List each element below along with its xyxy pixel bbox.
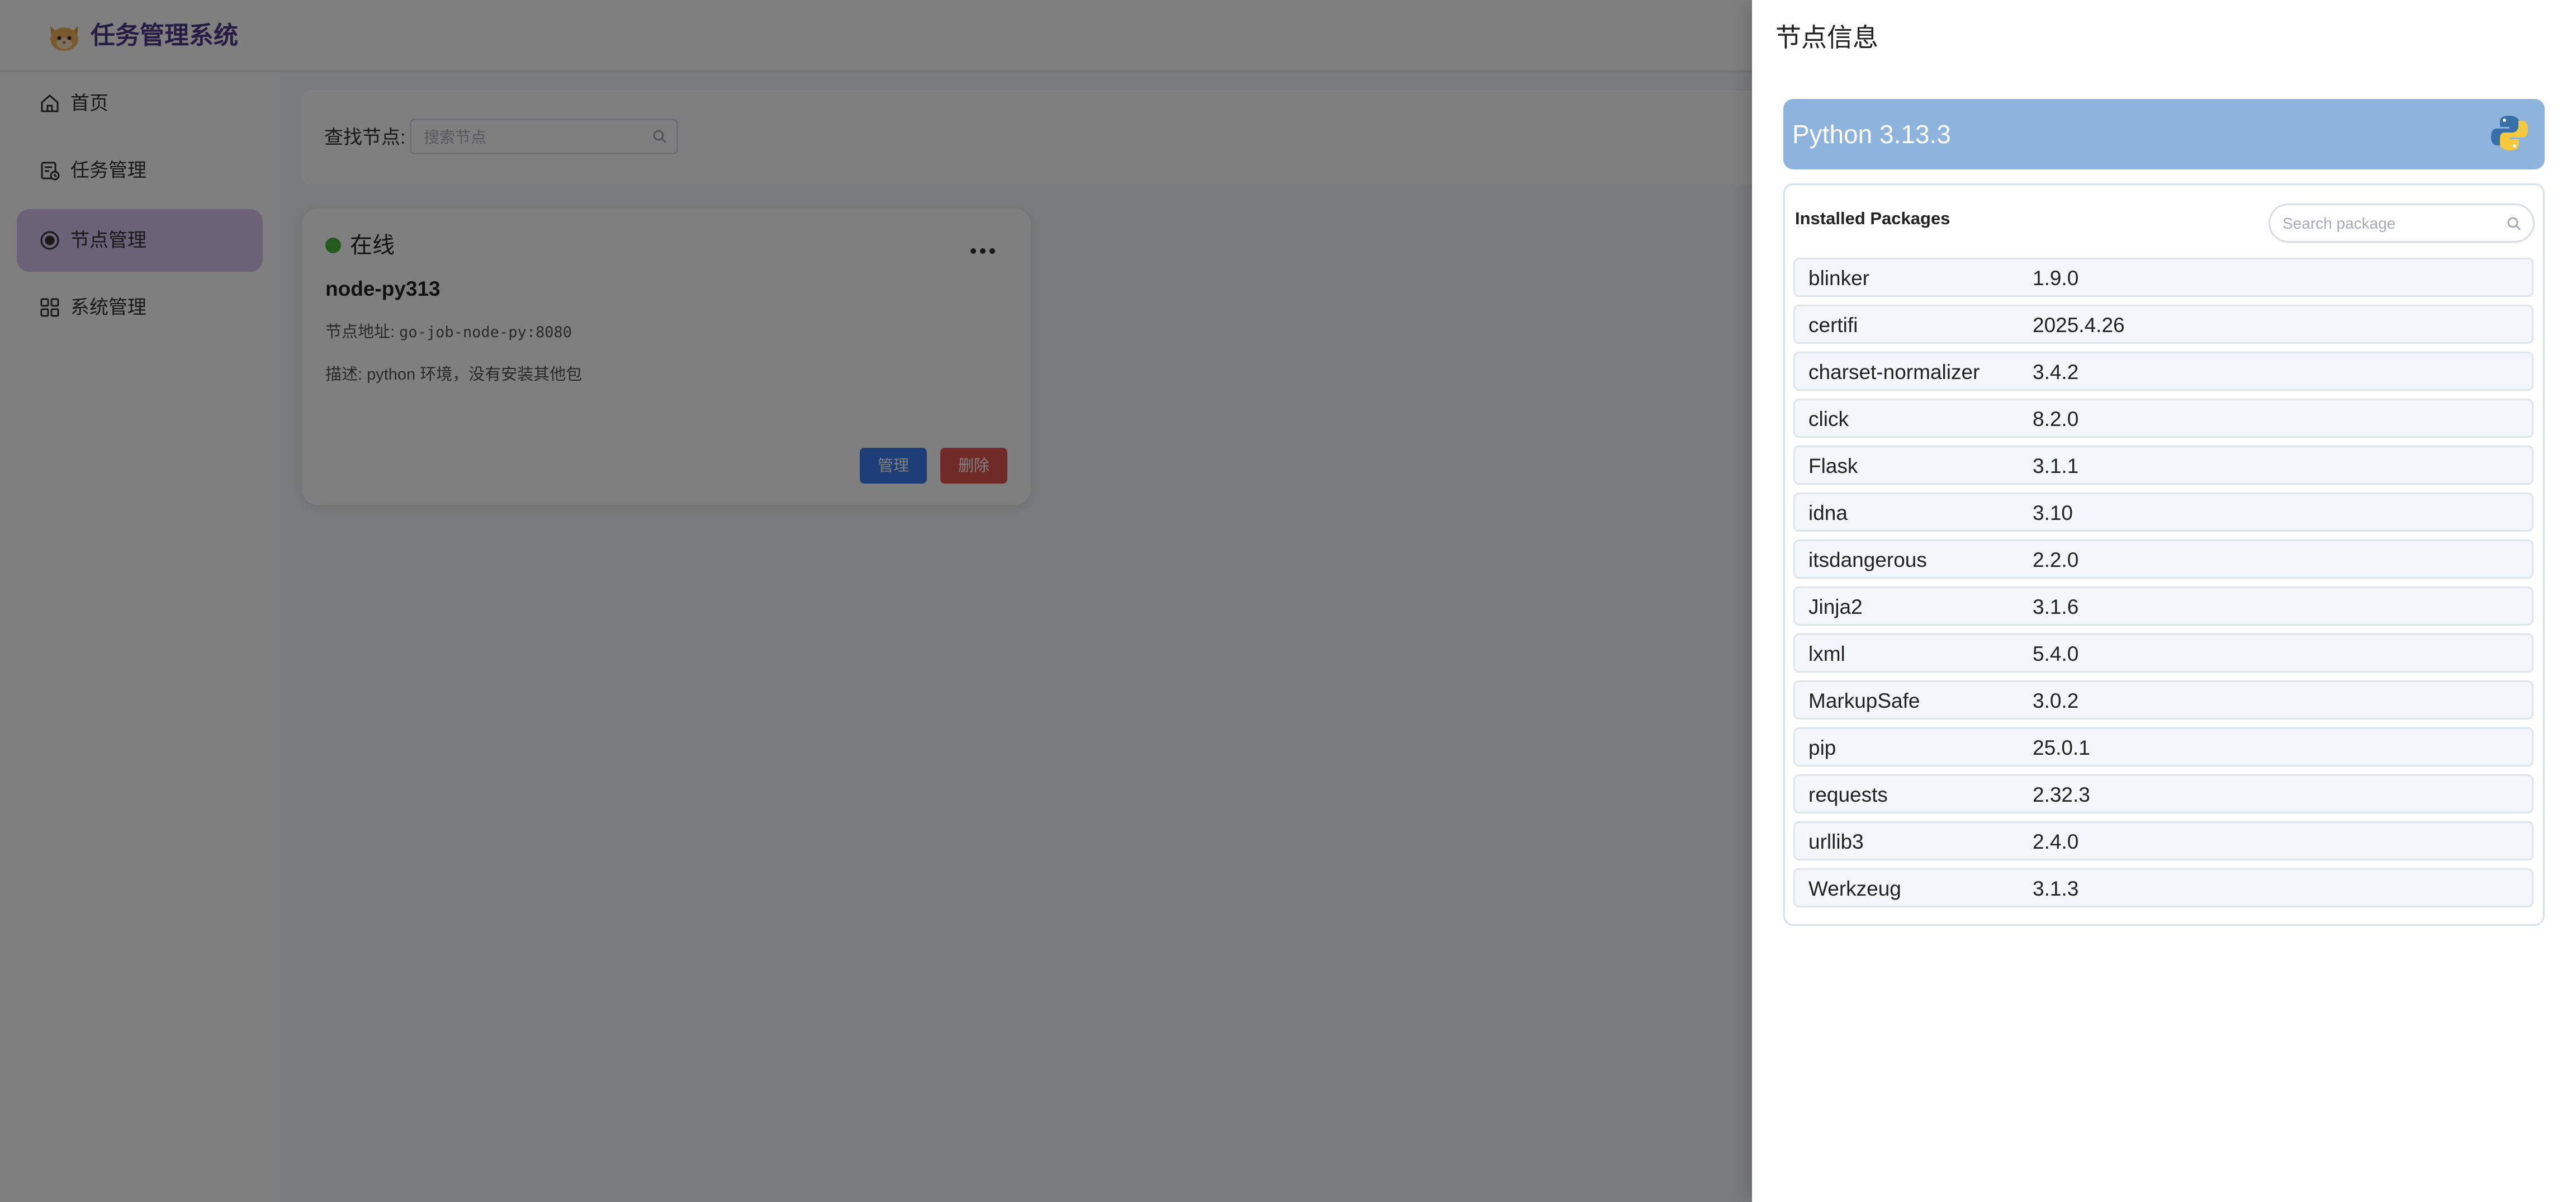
package-version: 2025.4.26 <box>2033 314 2125 337</box>
package-name: pip <box>1808 736 1836 759</box>
package-row: idna 3.10 <box>1793 493 2534 532</box>
package-name: Flask <box>1808 455 1858 477</box>
package-name: itsdangerous <box>1808 548 1927 571</box>
package-name: blinker <box>1808 267 1869 290</box>
package-row: Werkzeug 3.1.3 <box>1793 868 2534 907</box>
package-name: Werkzeug <box>1808 877 1901 900</box>
package-name: click <box>1808 408 1849 430</box>
python-version: Python 3.13.3 <box>1792 120 1951 149</box>
package-search-input[interactable]: Search package <box>2269 204 2535 243</box>
python-version-header: Python 3.13.3 <box>1783 99 2545 169</box>
package-row: Jinja2 3.1.6 <box>1793 586 2534 626</box>
package-row: charset-normalizer 3.4.2 <box>1793 352 2534 391</box>
package-version: 25.0.1 <box>2033 736 2090 759</box>
package-version: 2.32.3 <box>2033 783 2090 806</box>
packages-panel: Installed Packages Search package blinke… <box>1783 183 2545 926</box>
package-name: lxml <box>1808 642 1845 665</box>
package-version: 3.1.1 <box>2033 455 2079 477</box>
package-row: Flask 3.1.1 <box>1793 446 2534 485</box>
package-row: MarkupSafe 3.0.2 <box>1793 680 2534 720</box>
package-name: certifi <box>1808 314 1858 337</box>
package-row: urllib3 2.4.0 <box>1793 821 2534 860</box>
package-version: 2.2.0 <box>2033 548 2079 571</box>
package-row: certifi 2025.4.26 <box>1793 305 2534 344</box>
package-version: 1.9.0 <box>2033 267 2079 290</box>
package-row: pip 25.0.1 <box>1793 727 2534 766</box>
python-logo-icon <box>2491 116 2528 150</box>
package-version: 3.1.3 <box>2033 877 2079 900</box>
package-version: 3.4.2 <box>2033 361 2079 384</box>
package-row: blinker 1.9.0 <box>1793 258 2534 297</box>
package-name: charset-normalizer <box>1808 361 1980 384</box>
package-name: MarkupSafe <box>1808 689 1920 712</box>
package-name: requests <box>1808 783 1888 806</box>
package-version: 5.4.0 <box>2033 642 2079 665</box>
package-name: urllib3 <box>1808 830 1864 853</box>
app-root: 任务管理系统 首页 任务管理 节点管理 <box>0 0 2576 1202</box>
package-row: requests 2.32.3 <box>1793 774 2534 813</box>
drawer-title: 节点信息 <box>1775 23 1878 52</box>
package-name: Jinja2 <box>1808 595 1863 618</box>
package-row: itsdangerous 2.2.0 <box>1793 540 2534 579</box>
search-icon <box>2507 217 2521 231</box>
packages-heading: Installed Packages <box>1795 209 1950 228</box>
package-version: 8.2.0 <box>2033 408 2079 430</box>
package-name: idna <box>1808 501 1848 524</box>
package-row: lxml 5.4.0 <box>1793 633 2534 673</box>
package-search-placeholder: Search package <box>2283 215 2396 232</box>
package-version: 3.1.6 <box>2033 595 2079 618</box>
package-row: click 8.2.0 <box>1793 399 2534 438</box>
package-version: 3.0.2 <box>2033 689 2079 712</box>
node-info-drawer: 节点信息 Python 3.13.3 Installed Packages Se… <box>1752 0 2576 1202</box>
package-version: 2.4.0 <box>2033 830 2079 853</box>
package-version: 3.10 <box>2033 501 2073 524</box>
